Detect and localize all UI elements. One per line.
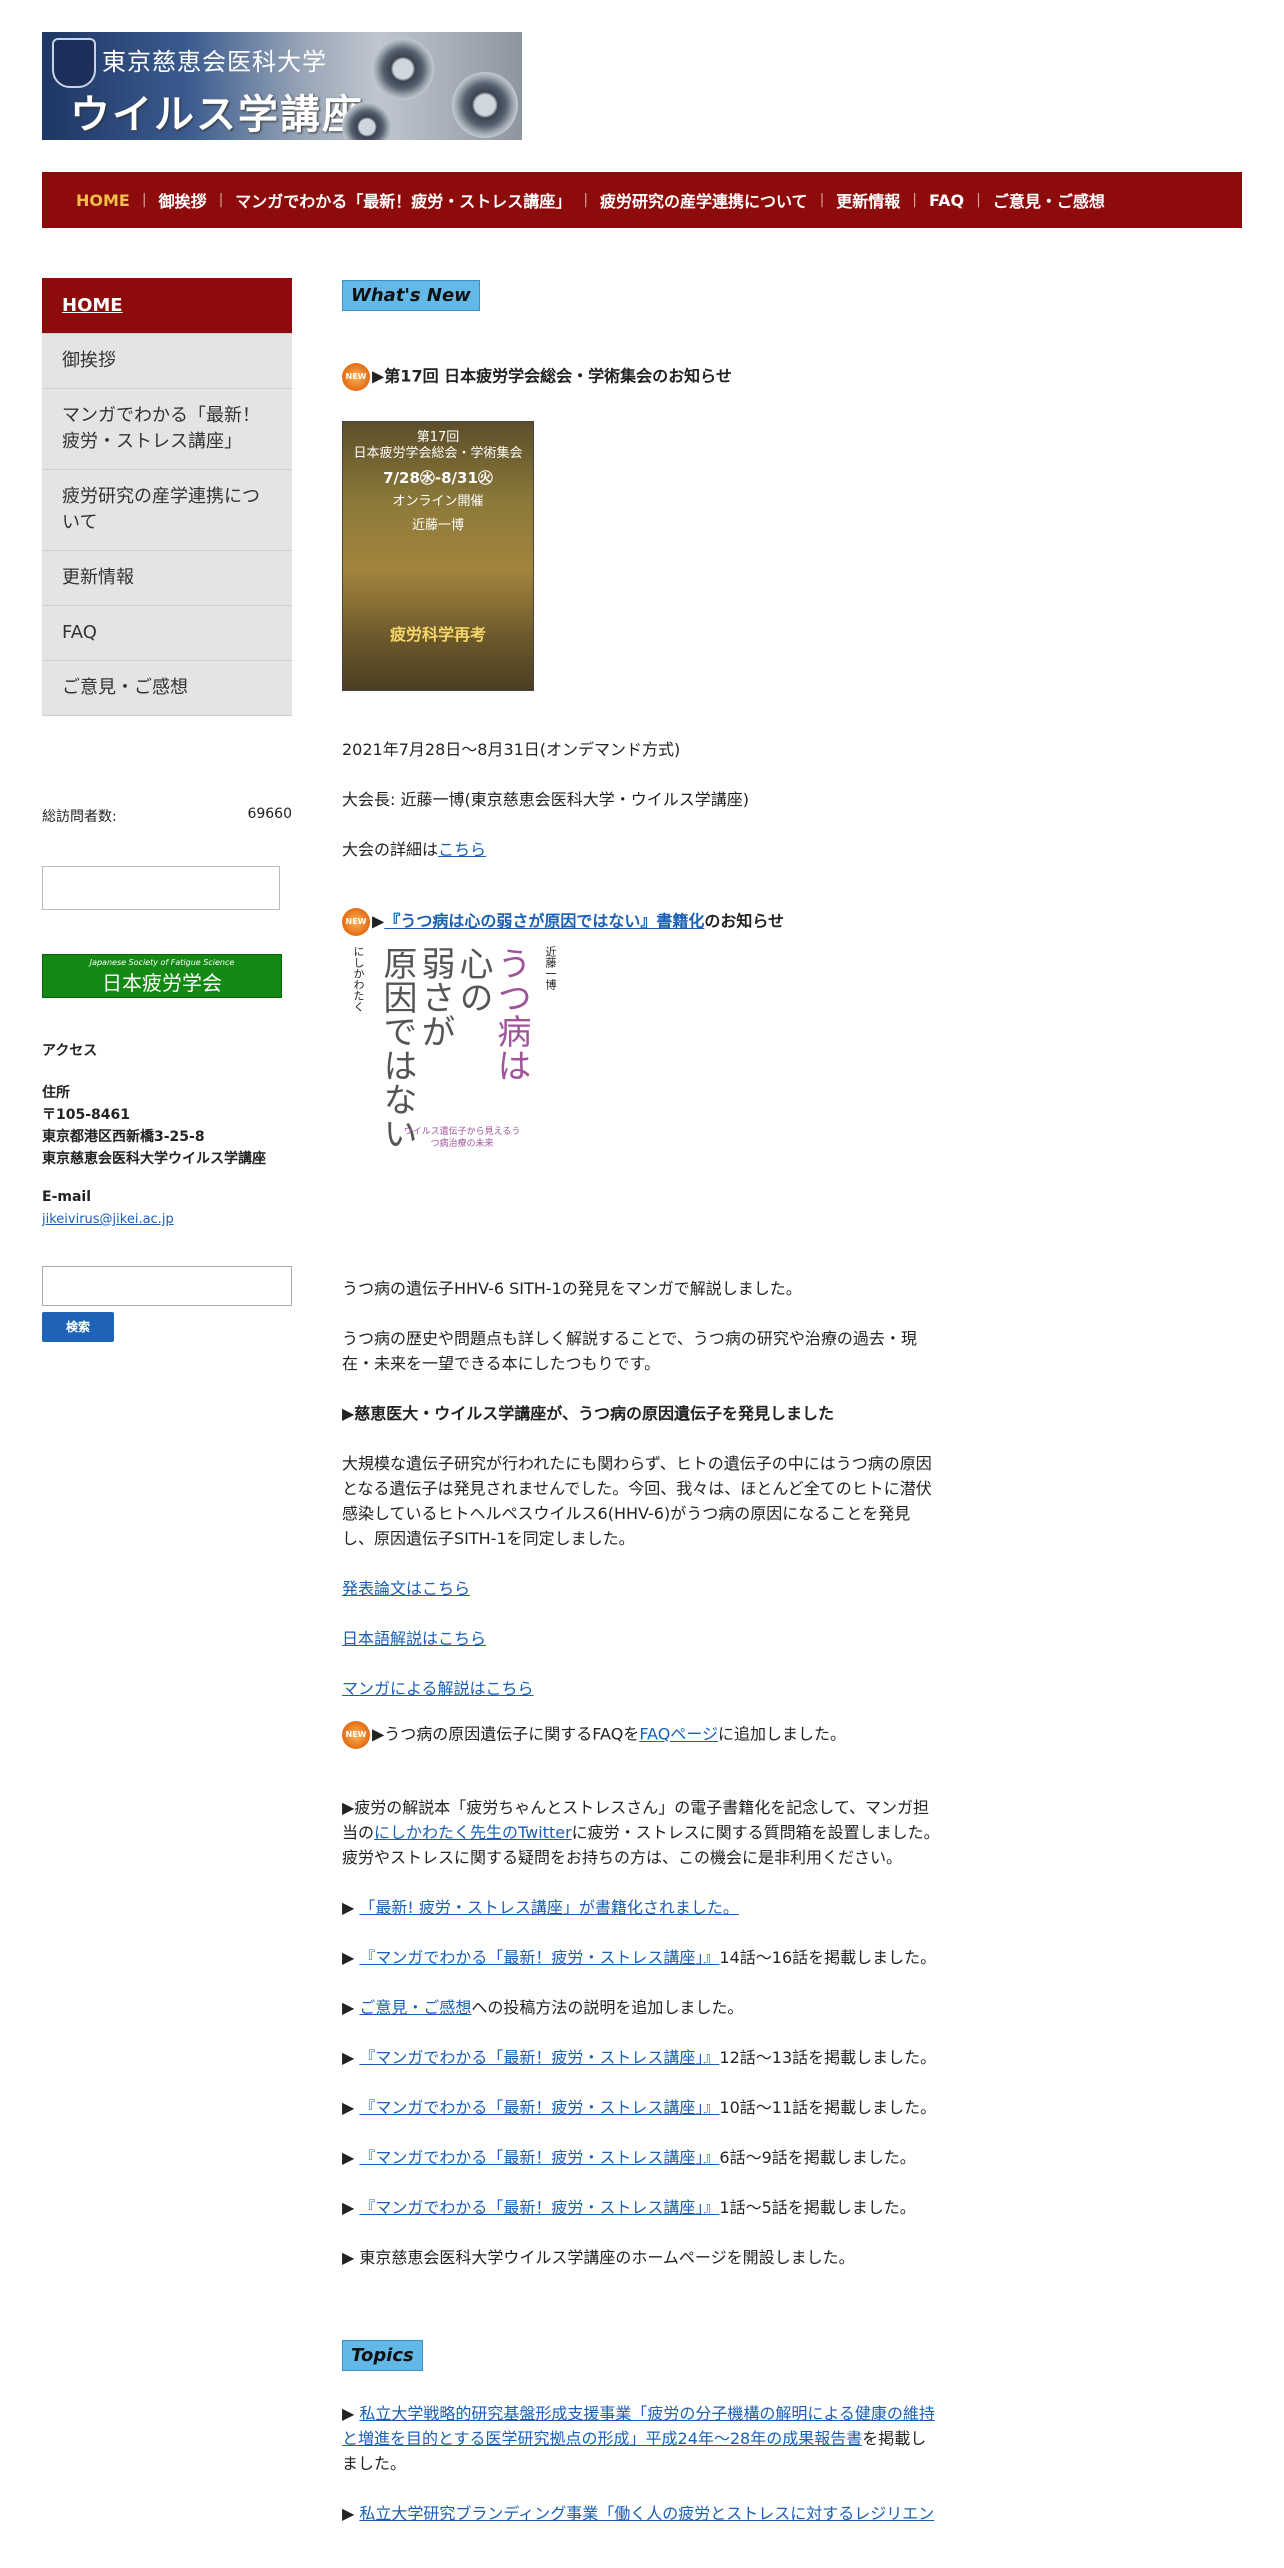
book-cover-image: うつ病は 心の 弱さが 原因ではない にしかわたく 近藤一博 ウイルス遺伝子から… xyxy=(342,942,562,1232)
conference-poster-image: 第17回 日本疲労学会総会・学術集会 7/28㊌-8/31㊋ オンライン開催 近藤… xyxy=(342,421,534,691)
book-manga-credit: にしかわたく xyxy=(352,946,365,1012)
book-announcement-link[interactable]: 『うつ病は心の弱さが原因ではない』書籍化 xyxy=(384,912,704,931)
email-link[interactable]: jikeivirus@jikei.ac.jp xyxy=(42,1212,174,1227)
update-item: ▶ 『マンガでわかる「最新！疲労・ストレス講座」』10話〜11話を掲載しました。 xyxy=(342,2098,937,2117)
address-label: 住所 xyxy=(42,1085,70,1101)
sidebar-item-feedback[interactable]: ご意見・ご感想 xyxy=(42,661,292,716)
update-item: ▶ 『マンガでわかる「最新！疲労・ストレス講座」』6話〜9話を掲載しました。 xyxy=(342,2148,916,2167)
new-badge-icon: NEW xyxy=(342,1721,370,1749)
new-badge-icon: NEW xyxy=(342,363,370,391)
poster-chair: 近藤一博 xyxy=(411,518,464,533)
address-block: 住所 〒105-8461 東京都港区西新橋3-25-8 東京慈恵会医科大学ウイル… xyxy=(42,1082,266,1170)
postal-code: 〒105-8461 xyxy=(42,1107,130,1123)
nav-updates[interactable]: 更新情報 xyxy=(824,188,912,212)
society-english-name: Japanese Society of Fatigue Science xyxy=(89,958,235,967)
topic-item: ▶ 私立大学研究ブランディング事業「働く人の疲労とストレスに対するレジリエン xyxy=(342,2504,935,2523)
research-headline: ▶慈恵医大・ウイルス学講座が、うつ病の原因遺伝子を発見しました xyxy=(342,1404,834,1423)
topics-heading: Topics xyxy=(342,2340,423,2371)
paper-link[interactable]: 発表論文はこちら xyxy=(342,1579,470,1598)
sidebar-item-industry-collaboration[interactable]: 疲労研究の産学連携について xyxy=(42,470,292,551)
broken-image-icon xyxy=(42,866,280,910)
book-desc-1: うつ病の遺伝子HHV-6 SITH-1の発見をマンガで解説しました。 xyxy=(342,1279,802,1298)
book-published-link[interactable]: 「最新! 疲労・ストレス講座」が書籍化されました。 xyxy=(359,1898,739,1917)
manga-lecture-link[interactable]: 『マンガでわかる「最新！疲労・ストレス講座」』 xyxy=(359,1948,719,1967)
site-banner[interactable]: 東京慈恵会医科大学 ウイルス学講座 xyxy=(42,32,522,140)
update-item: ▶ 『マンガでわかる「最新！疲労・ストレス講座」』1話〜5話を掲載しました。 xyxy=(342,2198,916,2217)
visitor-counter-label: 総訪問者数: xyxy=(42,809,117,825)
japanese-explanation-link[interactable]: 日本語解説はこちら xyxy=(342,1629,486,1648)
nav-manga-lecture[interactable]: マンガでわかる「最新！疲労・ストレス講座」 xyxy=(223,188,583,212)
poster-title: 第17回 日本疲労学会総会・学術集会 xyxy=(353,430,523,461)
ebook-announcement: ▶疲労の解説本「疲労ちゃんとストレスさん」の電子書籍化を記念して、マンガ担当のに… xyxy=(342,1798,940,1867)
conference-chair: 大会長: 近藤一博(東京慈恵会医科大学・ウイルス学講座) xyxy=(342,790,749,809)
book-author: 近藤一博 xyxy=(544,946,557,990)
manga-lecture-link[interactable]: 『マンガでわかる「最新！疲労・ストレス講座」』 xyxy=(359,2148,719,2167)
virus-image-icon xyxy=(452,72,518,138)
manga-explanation-link[interactable]: マンガによる解説はこちら xyxy=(342,1679,534,1698)
faq-update: NEW ▶うつ病の原因遺伝子に関するFAQをFAQページに追加しました。 xyxy=(342,1721,942,1749)
main-navigation: HOME | 御挨拶 | マンガでわかる「最新！疲労・ストレス講座」 | 疲労研… xyxy=(42,172,1242,228)
banner-department-name: ウイルス学講座 xyxy=(70,92,364,138)
visitor-counter-value: 69660 xyxy=(247,806,292,822)
manga-lecture-link[interactable]: 『マンガでわかる「最新！疲労・ストレス講座」』 xyxy=(359,2198,719,2217)
access-heading: アクセス xyxy=(42,1043,98,1059)
whats-new-heading: What's New xyxy=(342,280,480,311)
research-description: 大規模な遺伝子研究が行われたにも関わらず、ヒトの遺伝子の中にはうつ病の原因となる… xyxy=(342,1454,932,1548)
virus-image-icon xyxy=(342,102,392,140)
book-subtitle: ウイルス遺伝子から見えるうつ病治療の未来 xyxy=(403,1127,521,1149)
fatigue-society-link[interactable]: Japanese Society of Fatigue Science 日本疲労… xyxy=(42,954,282,998)
nav-home[interactable]: HOME xyxy=(64,191,142,210)
sidebar-item-faq[interactable]: FAQ xyxy=(42,606,292,661)
branding-project-link[interactable]: 私立大学研究ブランディング事業「働く人の疲労とストレスに対するレジリエン xyxy=(359,2504,934,2523)
nav-greeting[interactable]: 御挨拶 xyxy=(147,188,219,212)
visitor-counter: 総訪問者数: 69660 xyxy=(42,806,292,826)
book-desc-2: うつ病の歴史や問題点も詳しく解説することで、うつ病の研究や治療の過去・現在・未来… xyxy=(342,1329,917,1373)
email-block: E-mail jikeivirus@jikei.ac.jp xyxy=(42,1186,174,1231)
email-label: E-mail xyxy=(42,1189,92,1205)
conference-detail-link[interactable]: こちら xyxy=(438,840,486,859)
search-button[interactable]: 検索 xyxy=(42,1312,114,1342)
society-japanese-name: 日本疲労学会 xyxy=(102,971,222,995)
university-emblem-icon xyxy=(52,38,96,88)
banner-university-name: 東京慈恵会医科大学 xyxy=(102,48,327,76)
update-item: ▶ 東京慈恵会医科大学ウイルス学講座のホームページを開設しました。 xyxy=(342,2248,855,2267)
nav-feedback[interactable]: ご意見・ご感想 xyxy=(981,188,1117,212)
faq-page-link[interactable]: FAQページ xyxy=(639,1725,718,1744)
conference-detail: 大会の詳細はこちら xyxy=(342,840,487,859)
virus-image-icon xyxy=(372,38,434,100)
update-item: ▶ 『マンガでわかる「最新！疲労・ストレス講座」』12話〜13話を掲載しました。 xyxy=(342,2048,937,2067)
poster-theme: 疲労科学再考 xyxy=(389,625,486,644)
topic-item: ▶ 私立大学戦略的研究基盤形成支援事業「疲労の分子機構の解明による健康の維持と増… xyxy=(342,2404,935,2473)
new-badge-icon: NEW xyxy=(342,908,370,936)
main-content: What's New NEW ▶第17回 日本疲労学会総会・学術集会のお知らせ 第… xyxy=(342,280,942,2526)
update-item: ▶ 「最新! 疲労・ストレス講座」が書籍化されました。 xyxy=(342,1898,739,1917)
conference-date: 2021年7月28日～8月31日(オンデマンド方式) xyxy=(342,740,681,759)
update-item: ▶ 『マンガでわかる「最新！疲労・ストレス講座」』14話〜16話を掲載しました。 xyxy=(342,1948,937,1967)
sidebar-item-updates[interactable]: 更新情報 xyxy=(42,551,292,606)
address-line2: 東京慈恵会医科大学ウイルス学講座 xyxy=(42,1151,266,1167)
book-title-b: 心の xyxy=(453,946,493,1014)
sidebar-item-home[interactable]: HOME xyxy=(42,278,292,334)
sidebar-menu: HOME 御挨拶 マンガでわかる「最新！疲労・ストレス講座」 疲労研究の産学連携… xyxy=(42,278,292,716)
sidebar-item-greeting[interactable]: 御挨拶 xyxy=(42,334,292,389)
nav-industry-collaboration[interactable]: 疲労研究の産学連携について xyxy=(588,188,820,212)
search-input[interactable] xyxy=(42,1266,292,1306)
book-title-c: 弱さが xyxy=(415,946,455,1048)
poster-mode: オンライン開催 xyxy=(392,494,484,509)
address-line1: 東京都港区西新橋3-25-8 xyxy=(42,1129,205,1145)
sidebar-item-manga-lecture[interactable]: マンガでわかる「最新！疲労・ストレス講座」 xyxy=(42,389,292,470)
feedback-link[interactable]: ご意見・ご感想 xyxy=(359,1998,471,2017)
poster-dates: 7/28㊌-8/31㊋ xyxy=(383,469,493,487)
book-title-d: 原因ではない xyxy=(377,946,417,1150)
report-link[interactable]: 私立大学戦略的研究基盤形成支援事業「疲労の分子機構の解明による健康の維持と増進を… xyxy=(342,2404,935,2448)
manga-lecture-link[interactable]: 『マンガでわかる「最新！疲労・ストレス講座」』 xyxy=(359,2048,719,2067)
nav-faq[interactable]: FAQ xyxy=(917,191,976,210)
twitter-link[interactable]: にしかわたく先生のTwitter xyxy=(374,1823,572,1842)
news-title-conference: ▶第17回 日本疲労学会総会・学術集会のお知らせ xyxy=(372,366,732,386)
book-title-a: うつ病は xyxy=(491,946,531,1082)
update-item: ▶ ご意見・ご感想への投稿方法の説明を追加しました。 xyxy=(342,1998,744,2017)
manga-lecture-link[interactable]: 『マンガでわかる「最新！疲労・ストレス講座」』 xyxy=(359,2098,719,2117)
